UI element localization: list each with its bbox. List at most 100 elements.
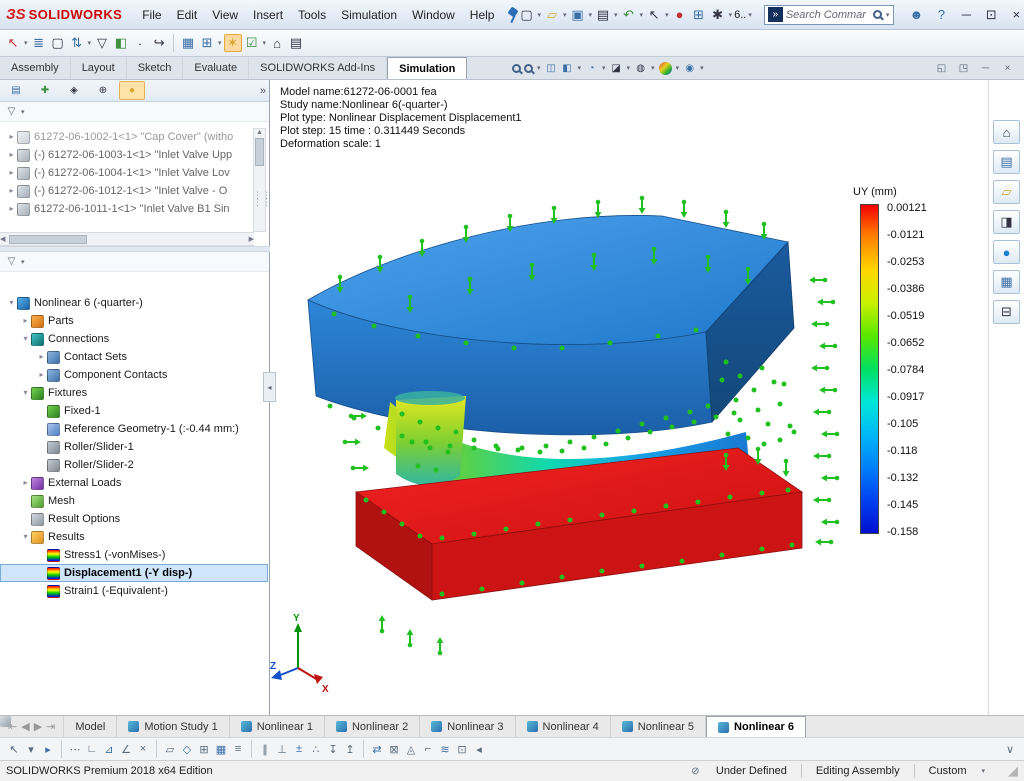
home-icon[interactable] <box>993 120 1020 144</box>
propertymanager-tab-icon[interactable] <box>32 81 58 100</box>
zoom-fit-icon[interactable] <box>512 64 521 73</box>
study-tree-item-reference-geometry[interactable]: Reference Geometry-1 (:-0.44 mm:) <box>0 420 268 438</box>
collapse-icon[interactable] <box>20 384 31 402</box>
menu-help[interactable]: Help <box>463 4 502 26</box>
previous-view-icon[interactable] <box>545 62 558 75</box>
resize-grip-icon[interactable]: ◢ <box>1008 763 1018 779</box>
view-orientation-icon[interactable] <box>585 62 598 75</box>
new-pane-icon[interactable] <box>957 62 970 75</box>
undo-icon[interactable] <box>620 6 638 24</box>
expand-icon[interactable] <box>20 312 31 330</box>
close-pane-icon[interactable] <box>1001 62 1014 75</box>
study-tree-item-contact-sets[interactable]: Contact Sets <box>0 348 268 366</box>
fea-model-plot[interactable]: Y Z X <box>270 80 988 715</box>
tree-item-component[interactable]: (-) 61272-06-1003-1<1> "Inlet Valve Upp <box>0 146 250 164</box>
search-input[interactable] <box>786 9 870 21</box>
bottom-tool-icon[interactable] <box>118 741 134 757</box>
undo-dropdown-icon[interactable]: ▾ <box>640 11 644 19</box>
study-tree-item-results[interactable]: Results <box>0 528 268 546</box>
menu-view[interactable]: View <box>205 4 245 26</box>
new-document-icon[interactable] <box>517 6 535 24</box>
study-tree-item-roller-slider-1[interactable]: Roller/Slider-1 <box>0 438 268 456</box>
bottom-tool-icon[interactable] <box>342 741 358 757</box>
panel-drag-handle[interactable]: ⋮⋮⋮⋮ <box>253 192 265 206</box>
horizontal-scrollbar[interactable]: ◀▶ <box>0 232 254 246</box>
design-tree-icon[interactable] <box>30 34 48 52</box>
file-explorer-icon[interactable] <box>993 210 1020 234</box>
expand-icon[interactable] <box>36 366 47 384</box>
view-settings-icon[interactable] <box>683 62 696 75</box>
design-library-icon[interactable] <box>993 180 1020 204</box>
study-tree-item-strain1[interactable]: Strain1 (-Equivalent-) <box>0 582 268 600</box>
component-display-icon[interactable] <box>112 34 130 52</box>
bottom-tool-icon[interactable] <box>471 741 487 757</box>
study-tree-item-displacement1[interactable]: Displacement1 (-Y disp-) <box>0 564 268 582</box>
bottom-tool-icon[interactable] <box>230 741 246 757</box>
next-tab-icon[interactable]: ▶ <box>34 720 42 733</box>
expand-icon[interactable] <box>36 348 47 366</box>
search-dropdown-icon[interactable]: ▾ <box>886 11 890 19</box>
tab-nonlinear-2[interactable]: Nonlinear 2 <box>325 716 420 737</box>
menu-window[interactable]: Window <box>405 4 462 26</box>
minimize-pane-icon[interactable] <box>979 62 992 75</box>
tab-nonlinear-1[interactable]: Nonlinear 1 <box>230 716 325 737</box>
restore-icon[interactable] <box>982 6 1000 24</box>
save-dropdown-icon[interactable]: ▾ <box>589 11 593 19</box>
bottom-tool-icon[interactable] <box>454 741 470 757</box>
open-icon[interactable] <box>543 6 561 24</box>
study-tree-item-external-loads[interactable]: External Loads <box>0 474 268 492</box>
tab-nonlinear-4[interactable]: Nonlinear 4 <box>516 716 611 737</box>
help-icon[interactable]: ? <box>932 6 950 24</box>
bottom-tool-icon[interactable] <box>257 741 273 757</box>
configurationmanager-tab-icon[interactable] <box>61 81 87 100</box>
bottom-tool-icon[interactable] <box>437 741 453 757</box>
tab-assembly[interactable]: Assembly <box>0 57 71 79</box>
pattern-grid-icon[interactable] <box>179 34 197 52</box>
dimxpertmanager-tab-icon[interactable] <box>90 81 116 100</box>
custom-properties-icon[interactable] <box>993 300 1020 324</box>
select-dropdown-icon[interactable]: ▾ <box>665 11 669 19</box>
expand-icon[interactable] <box>6 182 17 200</box>
print-dropdown-icon[interactable]: ▾ <box>614 11 618 19</box>
prev-tab-icon[interactable]: ◀ <box>21 720 29 733</box>
appearances-icon[interactable] <box>659 62 672 75</box>
menu-simulation[interactable]: Simulation <box>334 4 404 26</box>
tree-item-component[interactable]: 61272-06-1011-1<1> "Inlet Valve B1 Sin <box>0 200 250 218</box>
options-dropdown-icon[interactable]: ▾ <box>729 11 733 19</box>
units-dropdown-icon[interactable]: ▾ <box>981 767 985 775</box>
displaymanager-tab-icon[interactable] <box>119 81 145 100</box>
save-icon[interactable] <box>569 6 587 24</box>
rebuild-bead-icon[interactable] <box>671 6 689 24</box>
open-dropdown-icon[interactable]: ▾ <box>563 11 567 19</box>
tab-nonlinear-3[interactable]: Nonlinear 3 <box>420 716 515 737</box>
expand-icon[interactable] <box>6 146 17 164</box>
expand-icon[interactable] <box>6 164 17 182</box>
minimize-icon[interactable] <box>957 6 975 24</box>
vertical-scrollbar[interactable]: ▲ <box>253 128 266 232</box>
status-units-selector[interactable]: Custom <box>929 765 967 777</box>
tab-solidworks-add-ins[interactable]: SOLIDWORKS Add-Ins <box>249 57 387 79</box>
new-dropdown-icon[interactable]: ▾ <box>537 11 541 19</box>
study-tree-item-fixed[interactable]: Fixed-1 <box>0 402 268 420</box>
appearances-scenes-icon[interactable] <box>993 270 1020 294</box>
expand-icon[interactable] <box>20 474 31 492</box>
bottom-tool-icon[interactable] <box>179 741 195 757</box>
tree-item-component[interactable]: 61272-06-1002-1<1> "Cap Cover" (witho <box>0 128 250 146</box>
bottom-tool-icon[interactable] <box>420 741 436 757</box>
large-assembly-icon[interactable] <box>268 34 286 52</box>
study-tree-item-mesh[interactable]: Mesh <box>0 492 268 510</box>
menu-insert[interactable]: Insert <box>246 4 290 26</box>
expand-icon[interactable] <box>6 128 17 146</box>
tree-item-component[interactable]: (-) 61272-06-1004-1<1> "Inlet Valve Lov <box>0 164 250 182</box>
evaluate-check-icon[interactable] <box>243 34 261 52</box>
last-tab-icon[interactable]: ⇥ <box>46 720 55 733</box>
featuremanager-tab-icon[interactable] <box>3 81 29 100</box>
insert-components-icon[interactable] <box>198 34 216 52</box>
study-tree-item-result-options[interactable]: Result Options <box>0 510 268 528</box>
tab-simulation[interactable]: Simulation <box>387 57 467 79</box>
bottom-tool-icon[interactable] <box>369 741 385 757</box>
collapse-icon[interactable] <box>20 528 31 546</box>
print-icon[interactable] <box>594 6 612 24</box>
menu-file[interactable]: File <box>135 4 168 26</box>
scrollbar-thumb[interactable] <box>9 235 87 244</box>
